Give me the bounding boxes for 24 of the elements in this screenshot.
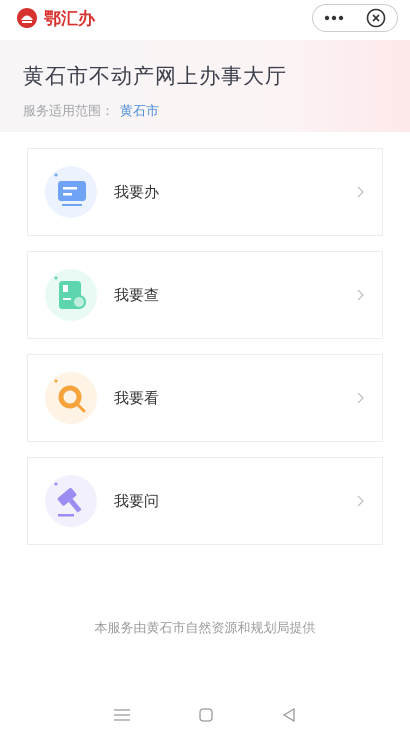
chevron-right-icon <box>357 186 364 198</box>
chevron-right-icon <box>357 495 364 507</box>
menu-label: 我要办 <box>114 182 160 202</box>
close-icon[interactable] <box>366 8 386 28</box>
menu-label: 我要看 <box>114 388 160 408</box>
scope-label: 服务适用范围： <box>23 103 114 120</box>
menu-card[interactable]: 我要问 <box>27 457 383 545</box>
chevron-right-icon <box>357 289 364 301</box>
page-title: 黄石市不动产网上办事大厅 <box>23 63 288 90</box>
app-name: 鄂汇办 <box>44 8 95 30</box>
menu-label: 我要问 <box>114 492 160 510</box>
more-icon[interactable] <box>324 15 344 21</box>
capsule-menu[interactable] <box>312 4 398 32</box>
menu-card[interactable]: 我要办 <box>27 148 383 236</box>
menu-card[interactable]: 我要查 <box>27 251 383 339</box>
footer-note: 本服务由黄石市自然资源和规划局提供 <box>94 620 316 638</box>
home-icon[interactable] <box>198 708 213 722</box>
scope-value: 黄石市 <box>120 103 159 120</box>
chevron-right-icon <box>357 392 364 404</box>
menu-label: 我要查 <box>114 286 160 304</box>
menu-card[interactable]: 我要看 <box>27 354 383 442</box>
menu-icon[interactable] <box>114 709 130 721</box>
logo-icon <box>16 7 38 29</box>
back-icon[interactable] <box>282 708 296 722</box>
